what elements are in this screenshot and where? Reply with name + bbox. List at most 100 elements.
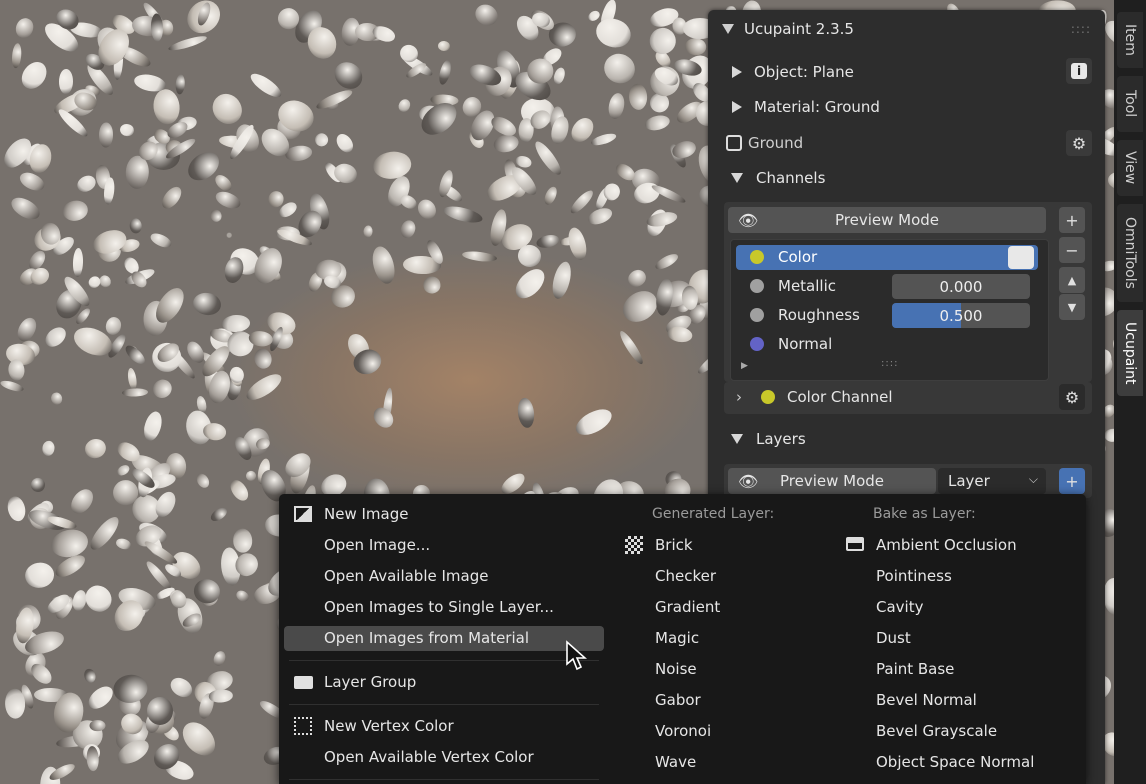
remove-channel-button[interactable]: − [1059,237,1085,263]
menu-item-layer-group[interactable]: Layer Group [279,668,604,696]
pebble [66,485,98,519]
pebble [5,494,28,523]
menu-item-checker[interactable]: Checker [619,562,839,590]
menu-item-label: Bevel Grayscale [876,722,998,740]
settings-button[interactable]: ⚙ [1066,130,1092,156]
drag-handle-icon[interactable]: :::: [1071,22,1091,36]
channels-preview-mode-button[interactable]: 👁 Preview Mode [728,207,1046,233]
tab-ucupaint[interactable]: Ucupaint [1117,310,1143,396]
pebble [331,161,360,187]
pebble [10,42,23,69]
menu-item-label: Open Images from Material [324,629,530,647]
menu-item-open-available-image[interactable]: Open Available Image [279,562,604,590]
material-row[interactable]: Material: Ground [708,92,1105,122]
menu-item-label: Ambient Occlusion [876,536,1017,554]
menu-item-brick[interactable]: Brick [619,531,839,559]
color-channel-row[interactable]: › Color Channel ⚙ [724,382,1092,414]
pebble [665,324,694,344]
menu-item-ambient-occlusion[interactable]: Ambient Occlusion [841,531,1081,559]
menu-item-cavity[interactable]: Cavity [841,593,1081,621]
pebble [99,122,114,148]
tab-tool[interactable]: Tool [1117,76,1143,132]
menu-item-voronoi[interactable]: Voronoi [619,717,839,745]
panel-header[interactable]: Ucupaint 2.3.5 :::: [708,14,1105,44]
menu-item-open-available-vertex-color[interactable]: Open Available Vertex Color [279,743,604,771]
menu-item-label: Magic [655,629,700,647]
pebble [628,83,648,110]
menu-item-label: Open Images to Single Layer... [324,598,554,616]
info-button[interactable]: i [1066,58,1092,84]
menu-item-object-space-normal[interactable]: Object Space Normal [841,748,1081,776]
pebble [585,204,614,228]
menu-item-label: Paint Base [876,660,955,678]
pebble [16,57,52,95]
pebble [370,403,398,432]
pebble [86,513,123,554]
layers-header[interactable]: Layers [708,424,1105,454]
menu-item-gradient[interactable]: Gradient [619,593,839,621]
channel-row-color[interactable]: Color [736,245,1038,270]
list-resize-handle-icon[interactable]: :::: [881,358,898,369]
move-up-button[interactable]: ▲ [1059,267,1085,293]
menu-item-open-image[interactable]: Open Image... [279,531,604,559]
collapse-arrow-icon[interactable] [731,173,743,183]
gear-icon: ⚙ [1064,387,1080,407]
expand-small-icon[interactable]: ▶ [741,361,748,371]
expand-arrow-icon[interactable] [732,66,742,78]
object-row[interactable]: Object: Plane [708,57,1105,87]
pebble [207,88,248,130]
pebble [437,40,451,52]
move-down-button[interactable]: ▼ [1059,294,1085,320]
eye-icon: 👁 [738,471,759,491]
dropdown-value: Layer [948,472,990,490]
mouse-cursor-icon [566,640,587,671]
collapse-arrow-icon[interactable] [731,434,743,444]
channel-row-metallic[interactable]: Metallic 0.000 [736,274,1038,299]
add-channel-button[interactable]: + [1059,207,1085,233]
pebble [192,577,223,606]
metallic-value-field[interactable]: 0.000 [892,274,1030,299]
collapse-arrow-icon[interactable] [722,24,734,34]
pebble [398,218,418,240]
menu-item-dust[interactable]: Dust [841,624,1081,652]
pebble [593,14,635,51]
color-swatch[interactable] [1008,246,1034,269]
layers-preview-mode-button[interactable]: 👁 Preview Mode [728,468,936,494]
pebble [82,667,97,684]
preview-mode-label: Preview Mode [779,472,885,490]
tab-item[interactable]: Item [1117,12,1143,68]
expand-arrow-icon[interactable] [732,101,742,113]
tab-omnitools[interactable]: OmniTools [1117,204,1143,302]
channels-header[interactable]: Channels [708,163,1105,193]
menu-item-open-images-from-material[interactable]: Open Images from Material [279,624,604,652]
menu-item-gabor[interactable]: Gabor [619,686,839,714]
pebble [396,97,412,114]
folder-icon [294,676,313,689]
menu-item-new-image[interactable]: New Image [279,500,604,528]
menu-item-label: Open Available Vertex Color [324,748,534,766]
menu-item-new-vertex-color[interactable]: New Vertex Color [279,712,604,740]
material-label: Material: Ground [754,98,880,116]
chevron-right-icon[interactable]: › [736,388,742,406]
menu-item-wave[interactable]: Wave [619,748,839,776]
channel-row-normal[interactable]: Normal [736,332,1038,357]
pebble [437,59,454,87]
pebble [167,673,196,701]
channel-list: Color Metallic 0.000 Roughness 0.500 Nor… [730,239,1049,381]
menu-item-bevel-grayscale[interactable]: Bevel Grayscale [841,717,1081,745]
menu-item-noise[interactable]: Noise [619,655,839,683]
menu-item-pointiness[interactable]: Pointiness [841,562,1081,590]
menu-item-label: Object Space Normal [876,753,1035,771]
channels-title: Channels [756,169,826,187]
channel-row-roughness[interactable]: Roughness 0.500 [736,303,1038,328]
roughness-value-field[interactable]: 0.500 [892,303,1030,328]
arrow-down-icon: ▼ [1067,300,1077,314]
menu-item-bevel-normal[interactable]: Bevel Normal [841,686,1081,714]
menu-item-magic[interactable]: Magic [619,624,839,652]
menu-item-open-images-single-layer[interactable]: Open Images to Single Layer... [279,593,604,621]
layer-type-dropdown[interactable]: Layer ⌵ [938,468,1046,494]
channel-settings-button[interactable]: ⚙ [1059,384,1085,410]
add-layer-button[interactable]: + [1059,468,1085,494]
menu-item-paint-base[interactable]: Paint Base [841,655,1081,683]
tab-view[interactable]: View [1117,140,1143,196]
